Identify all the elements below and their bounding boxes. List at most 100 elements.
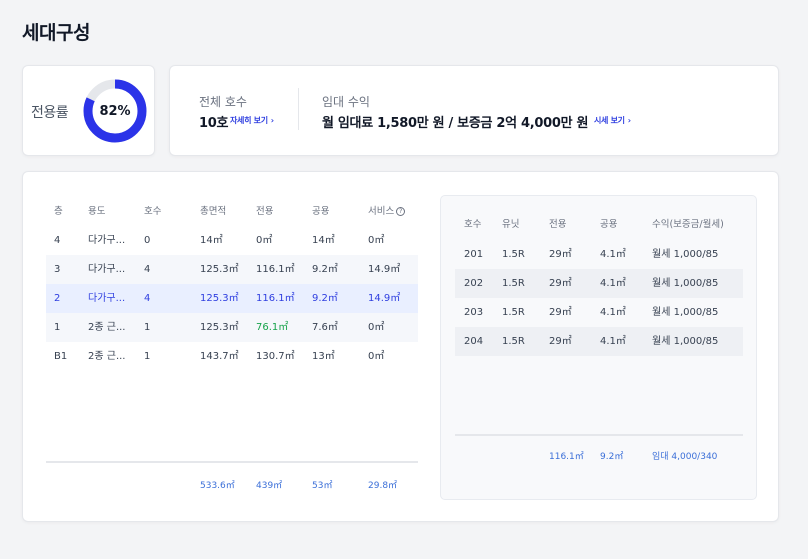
table-row[interactable]: 3 다가구... 4 125.3㎡ 116.1㎡ 9.2㎡ 14.9㎡ bbox=[46, 255, 418, 284]
cell-total-area: 125.3㎡ bbox=[200, 322, 239, 333]
unit-composition-card: 층 용도 호수 총면적 전용 공용 서비스? 4 다가구... 0 14㎡ 0㎡… bbox=[22, 171, 779, 522]
units-detail-link-label: 자세히 보기 bbox=[230, 116, 268, 125]
cell-common: 9.2㎡ bbox=[312, 264, 338, 275]
cell-common: 9.2㎡ bbox=[312, 293, 338, 304]
common-sum: 53㎡ bbox=[312, 481, 333, 491]
header-income: 수익(보증금/월세) bbox=[652, 219, 724, 230]
rental-income-label: 임대 수익 bbox=[322, 95, 370, 109]
summary-card: 전체 호수 10호 자세히 보기 › 임대 수익 월 임대료 1,580만 원 … bbox=[169, 65, 779, 156]
header-common: 공용 bbox=[600, 219, 618, 230]
header-total-area: 총면적 bbox=[200, 206, 227, 217]
table-row[interactable]: B1 2종 근... 1 143.7㎡ 130.7㎡ 13㎡ 0㎡ bbox=[46, 342, 418, 371]
income-sum: 임대 4,000/340 bbox=[652, 452, 718, 462]
cell-common: 4.1㎡ bbox=[600, 307, 626, 318]
usage-ratio-label: 전용률 bbox=[31, 105, 69, 121]
cell-total-area: 125.3㎡ bbox=[200, 293, 239, 304]
table-row[interactable]: 202 1.5R 29㎡ 4.1㎡ 월세 1,000/85 bbox=[455, 269, 743, 298]
cell-common: 4.1㎡ bbox=[600, 278, 626, 289]
usage-ratio-card: 전용률 82% bbox=[22, 65, 155, 156]
unit-detail-panel: 호수 유닛 전용 공용 수익(보증금/월세) 201 1.5R 29㎡ 4.1㎡… bbox=[440, 195, 757, 500]
cell-exclusive: 29㎡ bbox=[549, 307, 572, 318]
table-row[interactable]: 4 다가구... 0 14㎡ 0㎡ 14㎡ 0㎡ bbox=[46, 226, 418, 255]
total-units-value: 10호 bbox=[199, 116, 229, 131]
usage-ratio-value: 82% bbox=[99, 103, 131, 119]
cell-income: 월세 1,000/85 bbox=[652, 249, 719, 260]
service-sum: 29.8㎡ bbox=[368, 481, 398, 491]
cell-unit-type: 1.5R bbox=[502, 249, 525, 260]
cell-exclusive: 29㎡ bbox=[549, 336, 572, 347]
floor-table-totals: 533.6㎡ 439㎡ 53㎡ 29.8㎡ bbox=[46, 472, 418, 501]
cell-income: 월세 1,000/85 bbox=[652, 278, 719, 289]
header-exclusive: 전용 bbox=[256, 206, 274, 217]
cell-unit-no: 203 bbox=[464, 307, 484, 318]
table-divider bbox=[46, 461, 418, 463]
cell-exclusive: 116.1㎡ bbox=[256, 293, 295, 304]
exclusive-sum: 116.1㎡ bbox=[549, 452, 584, 462]
cell-units: 4 bbox=[144, 264, 151, 275]
cell-common: 7.6㎡ bbox=[312, 322, 338, 333]
table-divider bbox=[455, 434, 743, 436]
cell-floor: 1 bbox=[54, 322, 61, 333]
cell-use: 2종 근... bbox=[88, 322, 126, 333]
header-units: 호수 bbox=[144, 206, 162, 217]
header-service[interactable]: 서비스? bbox=[368, 197, 406, 226]
header-unit-no: 호수 bbox=[464, 219, 482, 230]
table-row[interactable]: 203 1.5R 29㎡ 4.1㎡ 월세 1,000/85 bbox=[455, 298, 743, 327]
table-row[interactable]: 1 2종 근... 1 125.3㎡ 76.1㎡ 7.6㎡ 0㎡ bbox=[46, 313, 418, 342]
cell-service: 0㎡ bbox=[368, 235, 385, 246]
total-area-sum: 533.6㎡ bbox=[200, 481, 235, 491]
cell-unit-no: 201 bbox=[464, 249, 484, 260]
header-use: 용도 bbox=[88, 206, 106, 217]
cell-units: 1 bbox=[144, 351, 151, 362]
cell-common: 4.1㎡ bbox=[600, 336, 626, 347]
unit-table-totals: 116.1㎡ 9.2㎡ 임대 4,000/340 bbox=[455, 443, 743, 472]
cell-use: 다가구... bbox=[88, 235, 126, 246]
market-price-link[interactable]: 시세 보기 › bbox=[594, 115, 631, 126]
header-service-label: 서비스 bbox=[368, 206, 395, 217]
cell-exclusive: 0㎡ bbox=[256, 235, 273, 246]
header-common: 공용 bbox=[312, 206, 330, 217]
cell-exclusive: 130.7㎡ bbox=[256, 351, 295, 362]
cell-common: 14㎡ bbox=[312, 235, 335, 246]
info-icon[interactable]: ? bbox=[396, 207, 406, 216]
cell-total-area: 125.3㎡ bbox=[200, 264, 239, 275]
cell-floor: 2 bbox=[54, 293, 61, 304]
cell-unit-no: 202 bbox=[464, 278, 484, 289]
cell-floor: 3 bbox=[54, 264, 61, 275]
common-sum: 9.2㎡ bbox=[600, 452, 624, 462]
market-price-link-label: 시세 보기 bbox=[594, 116, 625, 125]
cell-common: 4.1㎡ bbox=[600, 249, 626, 260]
header-unit-type: 유닛 bbox=[502, 219, 520, 230]
cell-total-area: 143.7㎡ bbox=[200, 351, 239, 362]
exclusive-sum: 439㎡ bbox=[256, 481, 283, 491]
table-row[interactable]: 201 1.5R 29㎡ 4.1㎡ 월세 1,000/85 bbox=[455, 240, 743, 269]
cell-unit-type: 1.5R bbox=[502, 336, 525, 347]
cell-income: 월세 1,000/85 bbox=[652, 336, 719, 347]
unit-table-header: 호수 유닛 전용 공용 수익(보증금/월세) bbox=[455, 210, 743, 239]
cell-use: 2종 근... bbox=[88, 351, 126, 362]
floor-table: 층 용도 호수 총면적 전용 공용 서비스? 4 다가구... 0 14㎡ 0㎡… bbox=[46, 197, 418, 497]
cell-service: 0㎡ bbox=[368, 322, 385, 333]
cell-use: 다가구... bbox=[88, 264, 126, 275]
chevron-right-icon: › bbox=[270, 116, 274, 125]
cell-units: 4 bbox=[144, 293, 151, 304]
header-floor: 층 bbox=[54, 206, 63, 217]
cell-common: 13㎡ bbox=[312, 351, 335, 362]
header-exclusive: 전용 bbox=[549, 219, 567, 230]
cell-units: 1 bbox=[144, 322, 151, 333]
cell-unit-type: 1.5R bbox=[502, 278, 525, 289]
units-detail-link[interactable]: 자세히 보기 › bbox=[230, 115, 274, 126]
cell-exclusive: 29㎡ bbox=[549, 249, 572, 260]
table-row-selected[interactable]: 2 다가구... 4 125.3㎡ 116.1㎡ 9.2㎡ 14.9㎡ bbox=[46, 284, 418, 313]
cell-income: 월세 1,000/85 bbox=[652, 307, 719, 318]
floor-table-header: 층 용도 호수 총면적 전용 공용 서비스? bbox=[46, 197, 418, 226]
cell-floor: 4 bbox=[54, 235, 61, 246]
table-row[interactable]: 204 1.5R 29㎡ 4.1㎡ 월세 1,000/85 bbox=[455, 327, 743, 356]
cell-unit-type: 1.5R bbox=[502, 307, 525, 318]
chevron-right-icon: › bbox=[627, 116, 631, 125]
page-title: 세대구성 bbox=[22, 22, 90, 44]
cell-use: 다가구... bbox=[88, 293, 126, 304]
cell-total-area: 14㎡ bbox=[200, 235, 223, 246]
cell-unit-no: 204 bbox=[464, 336, 484, 347]
cell-exclusive: 116.1㎡ bbox=[256, 264, 295, 275]
